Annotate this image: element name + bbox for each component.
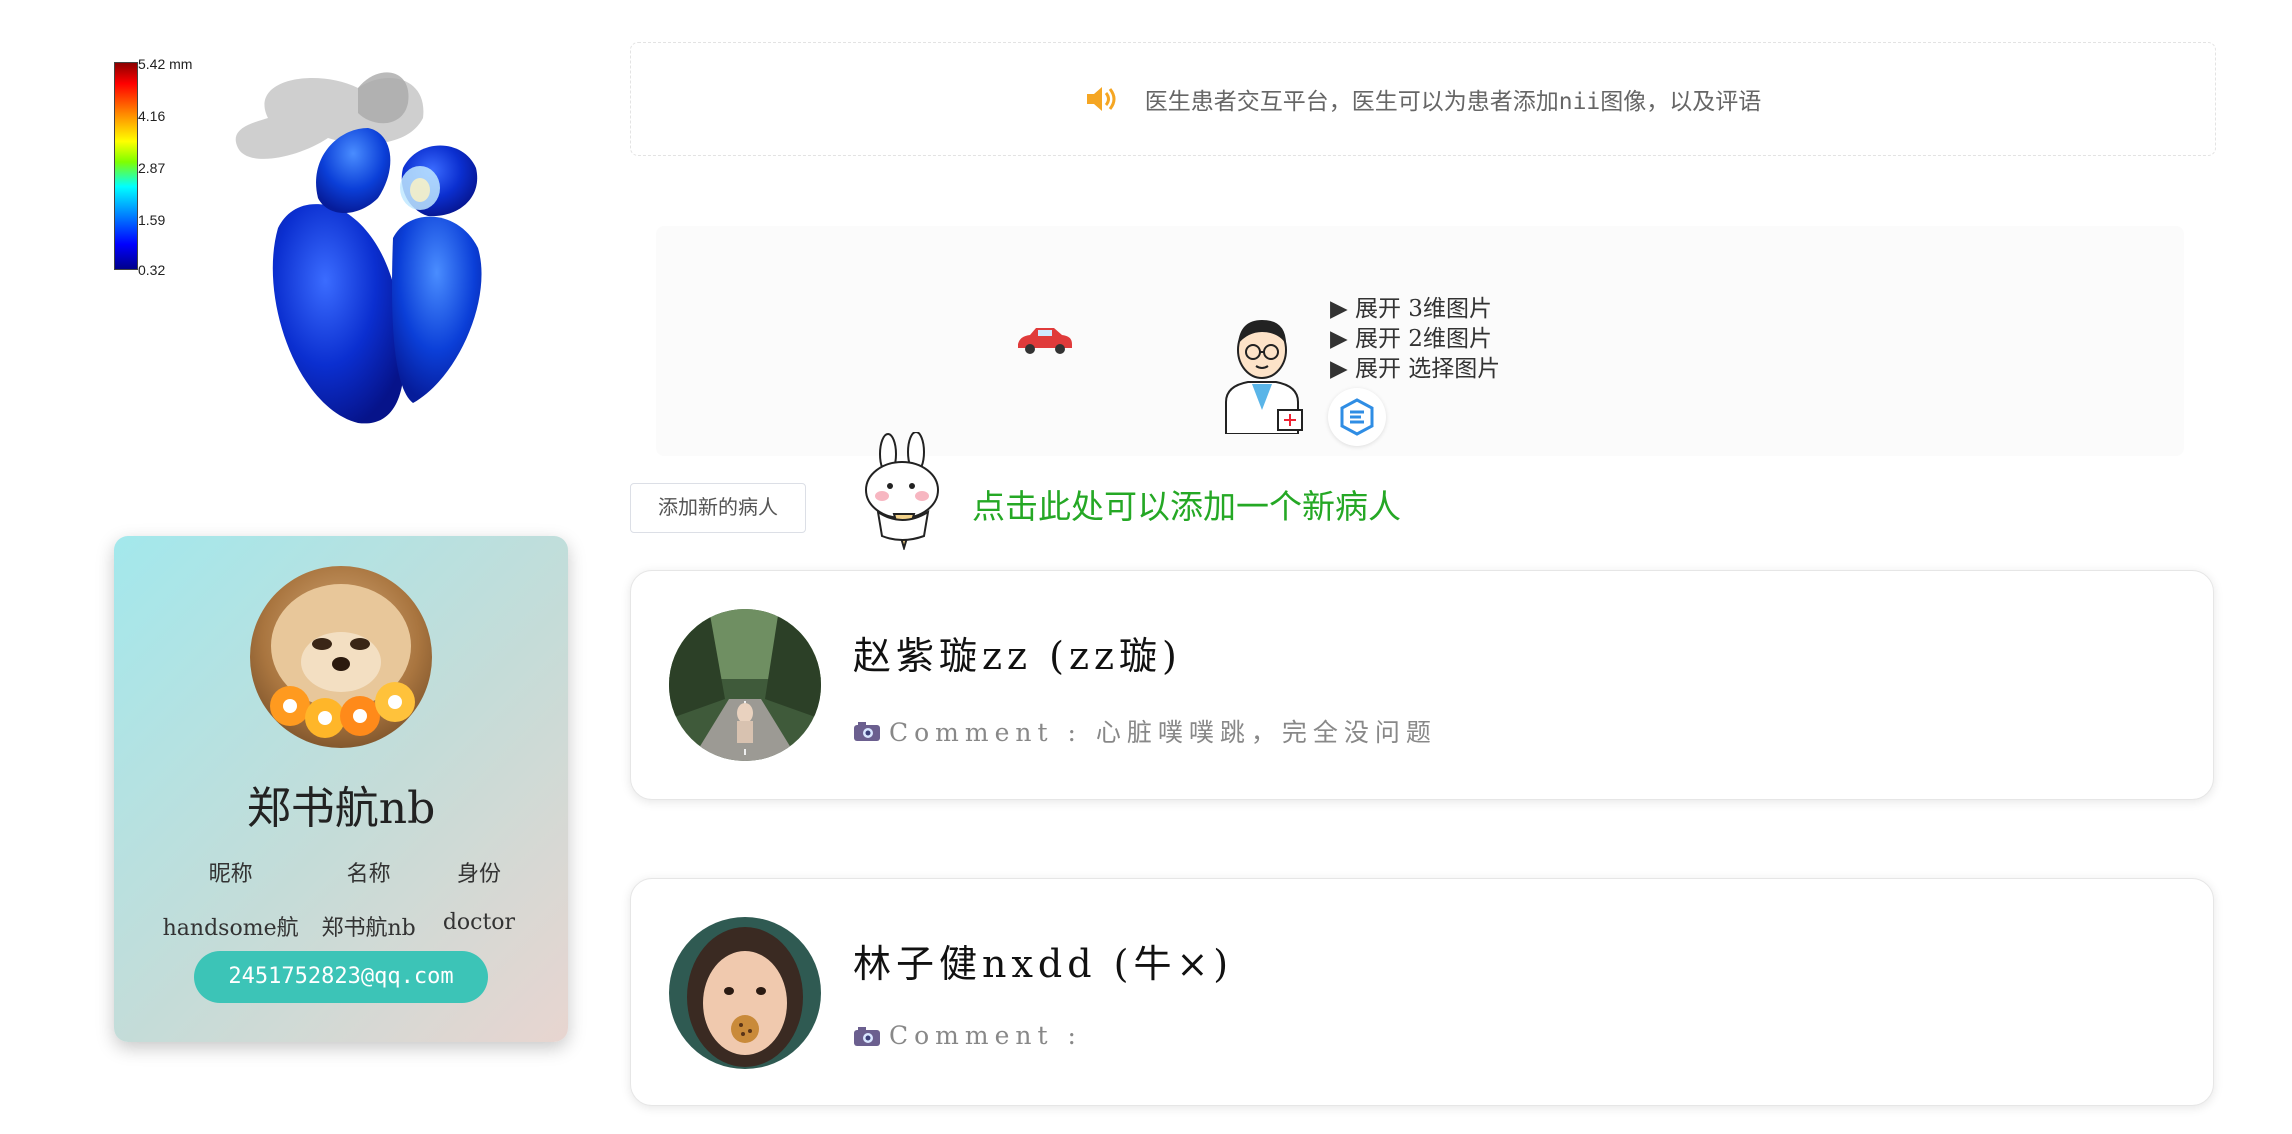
- patient-comment: Comment : 心脏噗噗跳，完全没问题: [853, 713, 1437, 749]
- doctor-name: 郑书航nb: [246, 783, 436, 834]
- speaker-icon: [1085, 84, 1119, 114]
- role-header: 身份: [456, 862, 501, 887]
- patient-comment-text: Comment : 心脏噗噗跳，完全没问题: [889, 718, 1437, 747]
- camera-icon: [853, 720, 881, 742]
- email-button[interactable]: 2451752823@qq.com: [194, 951, 488, 1003]
- add-patient-hint[interactable]: 点击此处可以添加一个新病人: [972, 480, 1401, 528]
- nickname-value: handsome航: [162, 916, 299, 941]
- heart-3d-icon: [235, 72, 482, 424]
- colorbar-label: 2.87: [138, 160, 166, 176]
- colorbar-label: 1.59: [138, 212, 166, 228]
- patient-card[interactable]: 林子健nxdd (牛×) Comment :: [630, 878, 2214, 1106]
- add-patient-button[interactable]: 添加新的病人: [630, 483, 806, 533]
- notice-bar: 医生患者交互平台，医生可以为患者添加nii图像，以及评语: [630, 42, 2216, 156]
- camera-icon: [853, 1025, 881, 1047]
- bunny-sticker-icon: [858, 431, 950, 554]
- color-scale-bar: [114, 62, 138, 270]
- expand-select-images[interactable]: ▶ 展开 选择图片: [1330, 354, 1500, 384]
- expand-list: ▶ 展开 3维图片 ▶ 展开 2维图片 ▶ 展开 选择图片: [1330, 294, 1500, 384]
- patient-comment-text: Comment :: [889, 1021, 1082, 1050]
- dog-avatar-icon: [270, 584, 415, 738]
- expand-2d-images[interactable]: ▶ 展开 2维图片: [1330, 324, 1500, 354]
- patient-name: 赵紫璇zz (zz璇): [853, 634, 1182, 678]
- patient-avatar[interactable]: [669, 609, 821, 761]
- patient-comment: Comment :: [853, 1021, 1082, 1050]
- car-icon: [1014, 324, 1076, 360]
- colorbar-min-label: 0.32: [138, 262, 166, 278]
- patient-avatar[interactable]: [669, 917, 821, 1069]
- doctor-avatar[interactable]: [250, 566, 432, 748]
- doctor-profile-card: 郑书航nb 昵称 名称 身份 handsome航 郑书航nb doctor 24…: [114, 536, 568, 1042]
- colorbar-label: 4.16: [138, 108, 166, 124]
- patient-card[interactable]: 赵紫璇zz (zz璇) Comment : 心脏噗噗跳，完全没问题: [630, 570, 2214, 800]
- patient-name: 林子健nxdd (牛×): [853, 942, 1234, 986]
- forest-road-photo-icon: [669, 609, 821, 761]
- expand-3d-images[interactable]: ▶ 展开 3维图片: [1330, 294, 1500, 324]
- doctor-cartoon-icon: [1218, 310, 1308, 438]
- notice-text: 医生患者交互平台，医生可以为患者添加nii图像，以及评语: [1144, 89, 1762, 115]
- nickname-header: 昵称: [208, 862, 253, 887]
- app-logo-icon[interactable]: [1328, 388, 1386, 446]
- profile-info-grid: 昵称 名称 身份 handsome航 郑书航nb doctor: [154, 856, 528, 942]
- colorbar-max-label: 5.42 mm: [138, 56, 193, 72]
- name-header: 名称: [346, 862, 391, 887]
- name-value: 郑书航nb: [321, 916, 416, 941]
- heart-model-viewer[interactable]: 5.42 mm 4.16 2.87 1.59 0.32: [108, 56, 528, 438]
- girl-cookie-photo-icon: [669, 917, 821, 1069]
- role-value: doctor: [442, 910, 516, 935]
